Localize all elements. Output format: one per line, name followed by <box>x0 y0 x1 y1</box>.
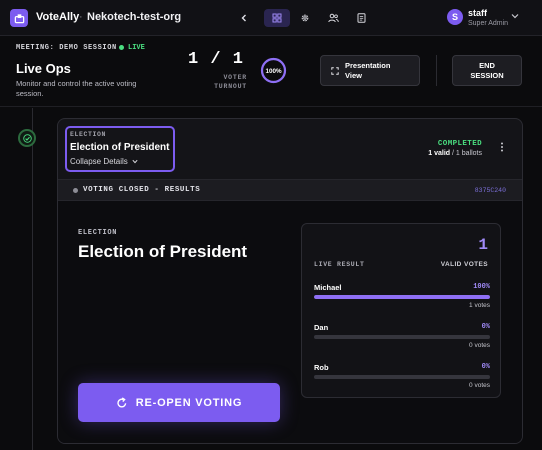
candidate-name: Dan <box>314 323 329 332</box>
candidate-votes: 1 votes <box>469 302 490 309</box>
valid-votes-count: 1 <box>478 236 488 254</box>
candidate-row: Rob 0% 0 votes <box>314 363 490 401</box>
live-result-label: LIVE RESULT <box>314 261 365 268</box>
candidate-bar-fill <box>314 295 490 299</box>
presentation-view-label-line1: Presentation <box>345 60 391 70</box>
dashboard-icon <box>272 13 282 23</box>
ballot-summary: 1 valid / 1 ballots <box>428 150 482 157</box>
election-type-label: ELECTION <box>70 131 107 138</box>
reopen-icon <box>117 396 127 407</box>
valid-count: 1 valid <box>428 150 451 157</box>
dashboard-nav-button[interactable] <box>264 9 290 27</box>
ballot-box-icon <box>14 13 24 23</box>
timeline-step-completed <box>18 129 36 147</box>
end-session-label-line1: END <box>479 60 495 70</box>
collapse-details-toggle[interactable]: Collapse Details <box>70 157 138 166</box>
candidate-name: Rob <box>314 363 329 372</box>
turnout-label: VOTER TURNOUT <box>197 73 247 91</box>
candidate-votes: 0 votes <box>469 382 490 389</box>
candidate-percent: 100% <box>473 283 490 291</box>
end-session-button[interactable]: END SESSION <box>452 55 522 86</box>
voting-status-dot <box>73 188 78 193</box>
election-header-box[interactable]: ELECTION Election of President Collapse … <box>65 126 175 172</box>
top-bar: VoteAlly · Nekotech-test-org S staff Sup… <box>0 0 542 36</box>
app-separator: · <box>79 11 83 23</box>
turnout-percent: 100% <box>265 68 282 75</box>
collapse-details-label: Collapse Details <box>70 157 128 166</box>
chevron-down-icon <box>132 159 138 164</box>
live-result-card: 1 LIVE RESULT VALID VOTES Michael 100% 1… <box>301 223 501 398</box>
users-icon <box>327 13 339 23</box>
candidate-bar-track <box>314 335 490 339</box>
election-title: Election of President <box>70 142 170 153</box>
voting-status-label: VOTING CLOSED - RESULTS <box>83 186 201 194</box>
back-button[interactable] <box>234 9 254 27</box>
chevron-down-icon[interactable] <box>511 13 519 19</box>
turnout-ring: 100% <box>260 57 287 84</box>
app-logo[interactable] <box>10 9 28 27</box>
results-panel: ELECTION Election of President RE-OPEN V… <box>58 201 522 443</box>
candidate-bar-track <box>314 295 490 299</box>
candidate-bar-track <box>314 375 490 379</box>
reopen-voting-label: RE-OPEN VOTING <box>135 396 243 409</box>
candidate-percent: 0% <box>481 323 490 331</box>
chevron-left-icon <box>241 14 246 22</box>
turnout-label-line2: TURNOUT <box>214 83 247 90</box>
user-avatar[interactable]: S <box>447 9 463 25</box>
reopen-voting-button[interactable]: RE-OPEN VOTING <box>78 383 280 422</box>
voting-status-bar: VOTING CLOSED - RESULTS 8375C240 <box>58 179 522 201</box>
gear-icon <box>301 14 309 22</box>
presentation-view-button[interactable]: Presentation View <box>320 55 420 86</box>
candidate-row: Dan 0% 0 votes <box>314 323 490 361</box>
document-icon <box>357 13 365 23</box>
results-election-label: ELECTION <box>78 229 118 237</box>
page-title: Live Ops <box>16 61 71 76</box>
presentation-view-label: Presentation View <box>345 61 390 81</box>
user-role: Super Admin <box>468 20 509 27</box>
users-nav-button[interactable] <box>323 9 343 27</box>
timeline-line <box>32 108 33 450</box>
more-options-icon[interactable] <box>500 142 504 152</box>
ballot-count: / 1 ballots <box>450 150 482 157</box>
end-session-label-line2: SESSION <box>470 70 504 80</box>
meeting-label: MEETING: DEMO SESSION <box>16 44 117 52</box>
turnout-label-line1: VOTER <box>223 74 247 81</box>
turnout-count: 1 / 1 <box>188 50 245 69</box>
candidate-name: Michael <box>314 283 342 292</box>
candidate-row: Michael 100% 1 votes <box>314 283 490 321</box>
live-indicator-dot <box>119 45 124 50</box>
org-name: Nekotech-test-org <box>87 11 182 23</box>
header-divider <box>436 55 437 86</box>
election-code: 8375C240 <box>474 187 506 194</box>
status-badge: COMPLETED <box>437 140 482 148</box>
valid-votes-label: VALID VOTES <box>440 261 488 268</box>
election-card: ELECTION Election of President Collapse … <box>57 118 523 444</box>
results-election-title: Election of President <box>78 242 248 261</box>
documents-nav-button[interactable] <box>351 9 371 27</box>
candidate-votes: 0 votes <box>469 342 490 349</box>
live-label: LIVE <box>128 44 145 52</box>
presentation-view-label-line2: View <box>345 70 362 80</box>
check-icon <box>22 133 32 143</box>
settings-nav-button[interactable] <box>295 9 315 27</box>
user-name: staff <box>468 8 488 18</box>
candidate-percent: 0% <box>481 363 490 371</box>
app-name: VoteAlly <box>36 11 80 23</box>
session-header: MEETING: DEMO SESSION LIVE Live Ops Moni… <box>0 37 542 107</box>
fullscreen-icon <box>331 66 339 75</box>
page-subtitle: Monitor and control the active voting se… <box>16 79 137 98</box>
